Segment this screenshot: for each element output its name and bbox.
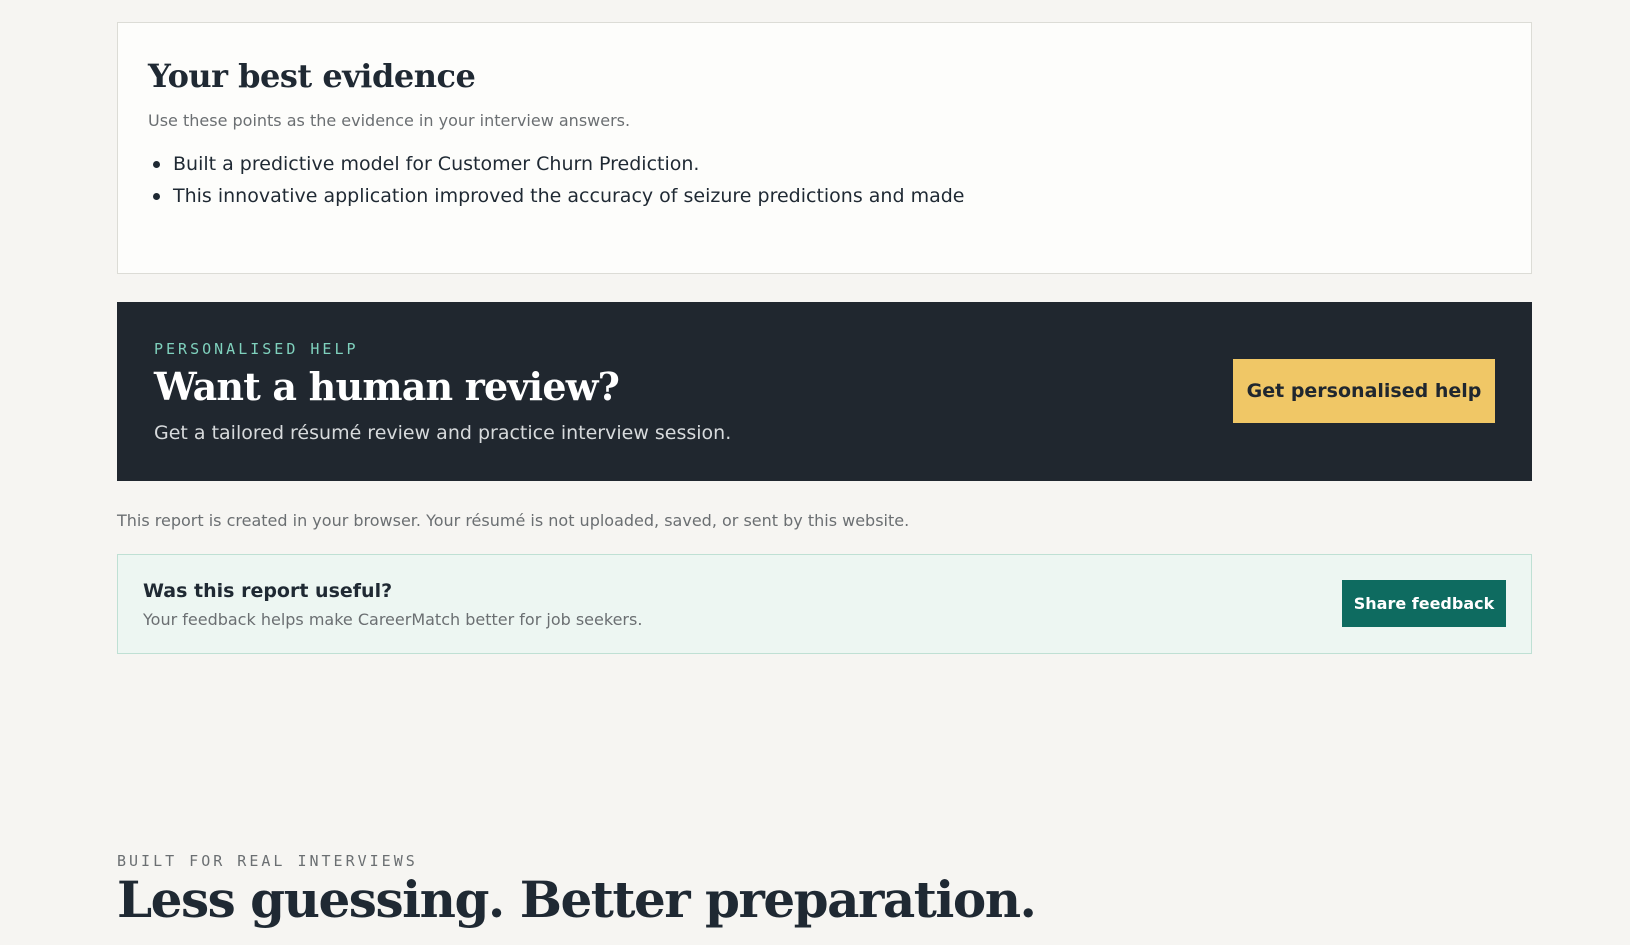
get-personalised-help-button[interactable]: Get personalised help — [1233, 359, 1495, 423]
section-title: Less guessing. Better preparation. — [117, 870, 1037, 929]
bullet-icon — [153, 161, 160, 169]
share-feedback-button[interactable]: Share feedback — [1342, 580, 1506, 627]
feedback-description: Your feedback helps make CareerMatch bet… — [143, 610, 643, 629]
evidence-subtitle: Use these points as the evidence in your… — [148, 111, 631, 131]
evidence-title: Your best evidence — [148, 57, 476, 95]
human-review-banner: PERSONALISED HELP Want a human review? G… — [117, 302, 1532, 481]
section-eyebrow: BUILT FOR REAL INTERVIEWS — [117, 852, 418, 870]
evidence-item-text: This innovative application improved the… — [173, 185, 965, 208]
evidence-card: Your best evidence Use these points as t… — [117, 22, 1532, 274]
privacy-note: This report is created in your browser. … — [117, 511, 910, 530]
evidence-item-text: Built a predictive model for Customer Ch… — [173, 153, 700, 176]
evidence-item: Built a predictive model for Customer Ch… — [148, 148, 1501, 180]
review-description: Get a tailored résumé review and practic… — [154, 421, 732, 444]
evidence-item: This innovative application improved the… — [148, 180, 1501, 212]
bullet-icon — [153, 193, 160, 201]
evidence-list: Built a predictive model for Customer Ch… — [148, 148, 1501, 212]
review-eyebrow: PERSONALISED HELP — [154, 340, 359, 358]
feedback-title: Was this report useful? — [143, 580, 393, 602]
feedback-card: Was this report useful? Your feedback he… — [117, 554, 1532, 654]
